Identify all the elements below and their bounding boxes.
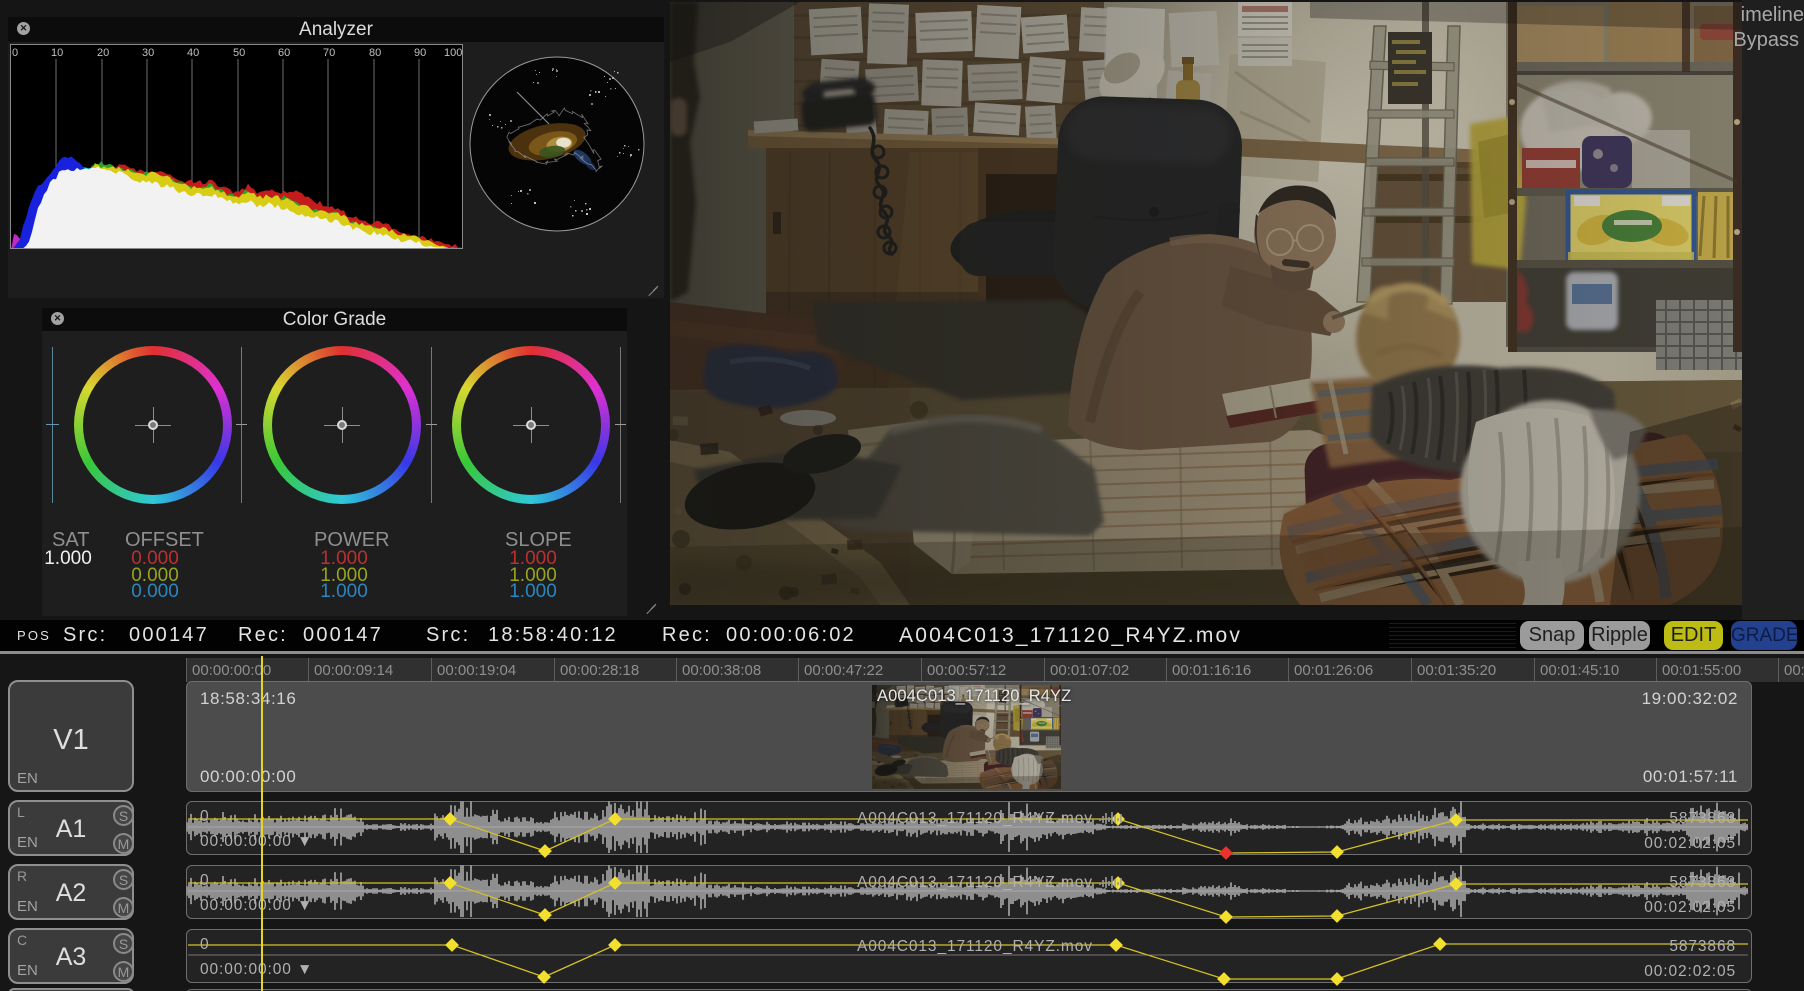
- svg-text:100: 100: [444, 47, 462, 59]
- svg-text:90: 90: [414, 47, 426, 59]
- svg-text:50: 50: [233, 47, 245, 59]
- svg-text:30: 30: [142, 47, 154, 59]
- svg-text:60: 60: [278, 47, 290, 59]
- svg-text:80: 80: [369, 47, 381, 59]
- svg-text:0: 0: [12, 47, 18, 59]
- svg-text:20: 20: [97, 47, 109, 59]
- svg-text:70: 70: [323, 47, 335, 59]
- svg-text:10: 10: [51, 47, 63, 59]
- svg-text:40: 40: [187, 47, 199, 59]
